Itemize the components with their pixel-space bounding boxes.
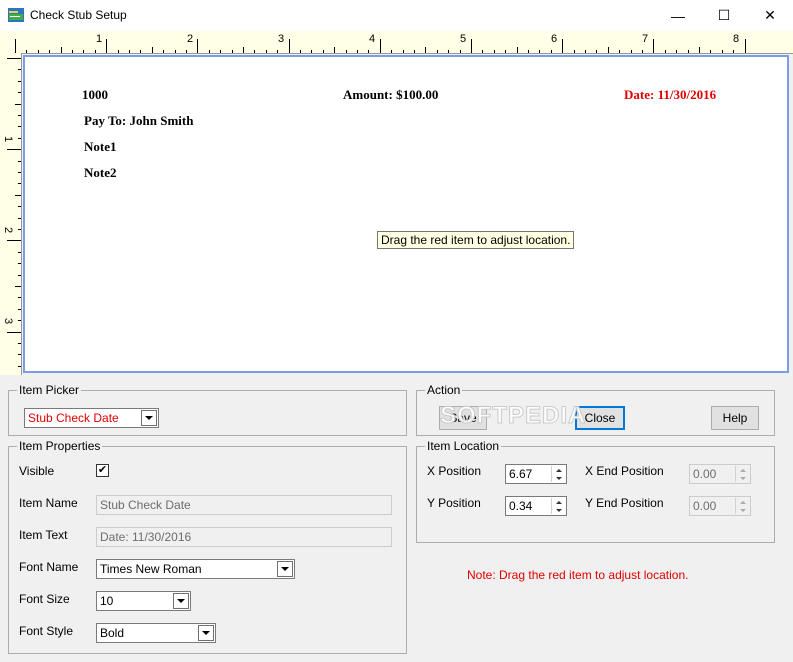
vertical-ruler: 1 2 3 xyxy=(0,53,22,375)
spin-up-icon[interactable] xyxy=(555,500,562,504)
spin-down-icon xyxy=(739,508,746,512)
vruler-label-2: 2 xyxy=(2,226,15,234)
stub-check-number[interactable]: 1000 xyxy=(82,87,108,103)
visible-checkbox[interactable]: ✔ xyxy=(96,464,109,477)
ruler-label-5: 5 xyxy=(460,33,467,45)
item-name-field: Stub Check Date xyxy=(96,495,392,515)
window-title: Check Stub Setup xyxy=(30,8,127,22)
chevron-down-icon[interactable] xyxy=(198,625,214,641)
spin-down-icon[interactable] xyxy=(555,508,562,512)
stub-pay-to[interactable]: Pay To: John Smith xyxy=(84,113,193,129)
x-end-position-label: X End Position xyxy=(585,464,664,478)
vruler-label-3: 3 xyxy=(2,317,15,325)
item-location-group: Item Location X Position 6.67 X End Posi… xyxy=(416,439,775,543)
spin-down-icon xyxy=(739,476,746,480)
item-text-value: Date: 11/30/2016 xyxy=(100,530,192,544)
visible-label: Visible xyxy=(19,464,55,478)
drag-note: Note: Drag the red item to adjust locati… xyxy=(467,568,689,582)
title-bar: Check Stub Setup — ☐ ✕ xyxy=(0,0,793,32)
item-location-title: Item Location xyxy=(425,439,502,453)
spin-up-icon[interactable] xyxy=(555,468,562,472)
stub-amount[interactable]: Amount: $100.00 xyxy=(343,87,438,103)
horizontal-ruler-ticks xyxy=(15,39,746,53)
font-size-select[interactable]: 10 xyxy=(96,591,191,611)
font-style-value: Bold xyxy=(100,626,125,640)
stub-check-date[interactable]: Date: 11/30/2016 xyxy=(624,87,716,103)
y-position-value: 0.34 xyxy=(509,499,533,513)
app-icon xyxy=(8,8,24,22)
ruler-label-4: 4 xyxy=(369,33,376,45)
font-size-value: 10 xyxy=(100,594,114,608)
maximize-icon: ☐ xyxy=(717,7,731,23)
action-group: Action Save Close Help xyxy=(416,383,775,436)
spin-up-icon xyxy=(739,468,746,472)
font-name-value: Times New Roman xyxy=(100,562,202,576)
help-button[interactable]: Help xyxy=(711,406,759,430)
close-window-button[interactable]: ✕ xyxy=(747,0,793,31)
x-position-value: 6.67 xyxy=(509,467,533,481)
item-picker-title: Item Picker xyxy=(17,383,82,397)
save-button[interactable]: Save xyxy=(439,406,487,430)
y-position-label: Y Position xyxy=(427,496,481,510)
close-icon: ✕ xyxy=(764,7,776,23)
chevron-down-icon[interactable] xyxy=(141,410,157,426)
item-picker-group: Item Picker Stub Check Date xyxy=(8,383,407,436)
font-name-label: Font Name xyxy=(19,560,79,574)
stub-note1[interactable]: Note1 xyxy=(84,139,117,155)
spin-up-icon xyxy=(739,500,746,504)
y-position-spinner[interactable] xyxy=(551,498,565,514)
ruler-label-7: 7 xyxy=(642,33,649,45)
action-title: Action xyxy=(425,383,463,397)
ruler-label-6: 6 xyxy=(551,33,558,45)
stub-canvas[interactable]: 1000 Amount: $100.00 Date: 11/30/2016 Pa… xyxy=(23,55,789,373)
maximize-button[interactable]: ☐ xyxy=(701,0,747,31)
item-name-value: Stub Check Date xyxy=(100,498,191,512)
chevron-down-icon[interactable] xyxy=(173,593,189,609)
ruler-label-8: 8 xyxy=(733,33,740,45)
item-properties-title: Item Properties xyxy=(17,439,103,453)
minimize-button[interactable]: — xyxy=(655,0,701,31)
chevron-down-icon[interactable] xyxy=(277,561,293,577)
vertical-ruler-ticks xyxy=(7,58,21,367)
ruler-label-2: 2 xyxy=(187,33,194,45)
x-end-position-spinner xyxy=(735,466,749,482)
y-end-position-label: Y End Position xyxy=(585,496,664,510)
x-end-position-input: 0.00 xyxy=(689,464,751,484)
item-text-label: Item Text xyxy=(19,528,68,542)
ruler-label-1: 1 xyxy=(96,33,103,45)
x-position-spinner[interactable] xyxy=(551,466,565,482)
spin-down-icon[interactable] xyxy=(555,476,562,480)
item-text-field: Date: 11/30/2016 xyxy=(96,527,392,547)
drag-tooltip: Drag the red item to adjust location. xyxy=(377,231,575,249)
x-position-label: X Position xyxy=(427,464,482,478)
x-position-input[interactable]: 6.67 xyxy=(505,464,567,484)
horizontal-ruler: 1 2 3 4 5 6 7 8 xyxy=(0,31,793,54)
stub-note2[interactable]: Note2 xyxy=(84,165,117,181)
item-picker-value: Stub Check Date xyxy=(28,411,119,425)
font-style-select[interactable]: Bold xyxy=(96,623,216,643)
font-style-label: Font Style xyxy=(19,624,74,638)
close-button[interactable]: Close xyxy=(575,406,625,430)
vruler-label-1: 1 xyxy=(2,135,15,143)
checkmark-icon: ✔ xyxy=(97,464,108,476)
y-end-position-input: 0.00 xyxy=(689,496,751,516)
font-name-select[interactable]: Times New Roman xyxy=(96,559,295,579)
item-name-label: Item Name xyxy=(19,496,78,510)
ruler-label-3: 3 xyxy=(278,33,285,45)
y-end-position-spinner xyxy=(735,498,749,514)
y-position-input[interactable]: 0.34 xyxy=(505,496,567,516)
item-picker-select[interactable]: Stub Check Date xyxy=(24,408,159,428)
y-end-position-value: 0.00 xyxy=(693,499,717,513)
item-properties-group: Item Properties Visible ✔ Item Name Stub… xyxy=(8,439,407,654)
minimize-icon: — xyxy=(671,7,685,24)
font-size-label: Font Size xyxy=(19,592,70,606)
x-end-position-value: 0.00 xyxy=(693,467,717,481)
